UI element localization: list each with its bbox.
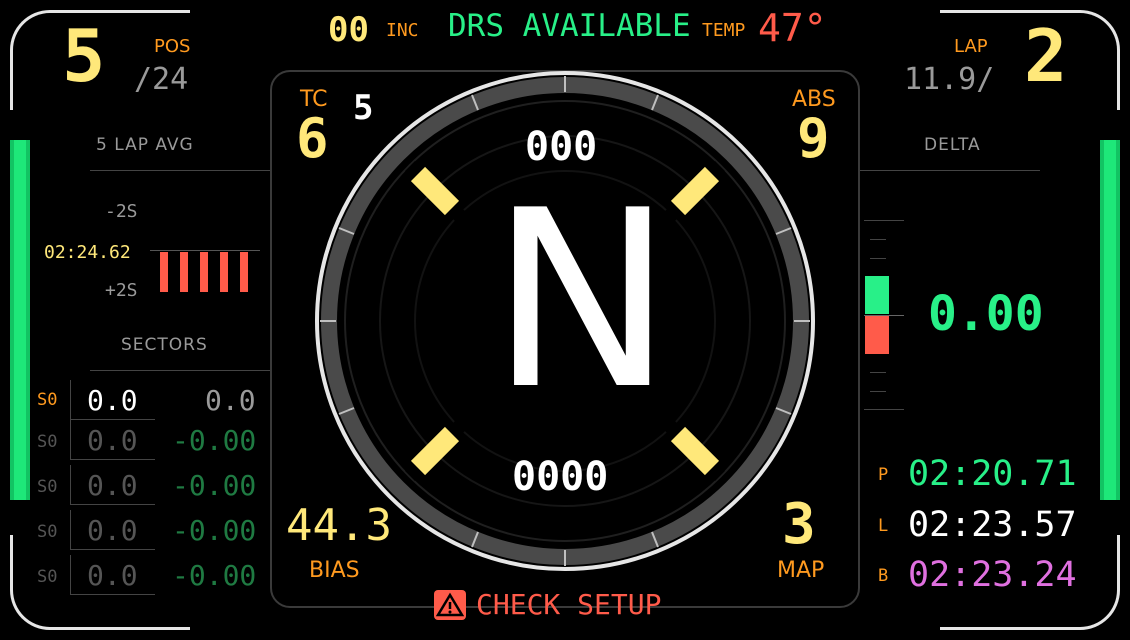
time-label: L [878,516,889,536]
sectors-title: SECTORS [121,335,208,355]
sector-time: 0.0 [87,384,138,417]
lap-avg-time: 02:24.62 [44,242,131,263]
delta-title: DELTA [924,135,981,155]
position-value: 5 [62,14,106,98]
rpm-readout: 0000 [512,454,609,500]
lap-avg-plus: +2S [105,280,138,301]
position-label: POS [154,36,191,57]
right-rev-bar [1100,140,1120,500]
engine-map-label: MAP [777,558,825,583]
time-label: P [878,465,889,485]
lap-avg-title: 5 LAP AVG [96,135,194,155]
delta-value: 0.00 [928,286,1044,342]
incidents-value: 00 [328,10,369,50]
brake-bias-value: 44.3 [286,500,392,551]
lap-avg-bar [160,252,168,292]
warning-text: CHECK SETUP [476,588,662,621]
sector-label: S0 [37,522,58,542]
incidents-label: INC [386,20,419,41]
sector-label: S0 [37,390,58,410]
sector-delta: -0.00 [172,559,257,592]
divider [860,170,1040,171]
divider [90,170,270,171]
brake-bias-label: BIAS [309,558,360,583]
sector-delta: 0.0 [205,384,256,417]
sector-label: S0 [37,567,58,587]
sector-time: 0.0 [87,469,138,502]
lap-label: LAP [954,36,988,57]
last-lap-time: 02:23.57 [908,505,1077,545]
sector-delta: -0.00 [172,514,257,547]
best-lap-time: 02:23.24 [908,555,1077,595]
lap-avg-baseline [150,250,260,251]
lap-avg-bar [180,252,188,292]
temp-value: 47° [758,6,827,50]
drs-status: DRS AVAILABLE [448,8,691,44]
sector-time: 0.0 [87,559,138,592]
sector-label: S0 [37,477,58,497]
delta-bar [864,220,904,410]
temp-label: TEMP [702,20,746,41]
divider [90,370,270,371]
lap-value: 2 [1024,14,1068,98]
lap-avg-bar [200,252,208,292]
position-total: /24 [134,62,189,97]
warning-icon [434,590,466,620]
left-rev-bar [10,140,30,500]
sector-delta: -0.00 [172,469,257,502]
time-label: B [878,566,889,586]
lap-avg-bar [220,252,228,292]
lap-avg-minus: -2S [105,201,138,222]
sector-time: 0.0 [87,514,138,547]
sector-time: 0.0 [87,424,138,457]
lap-avg-bar [240,252,248,292]
lap-fraction: 11.9/ [904,62,995,97]
gear-indicator: N [490,158,674,443]
sector-label: S0 [37,432,58,452]
sector-delta: -0.00 [172,424,257,457]
engine-map-value: 3 [782,492,816,557]
predicted-lap-time: 02:20.71 [908,454,1077,494]
